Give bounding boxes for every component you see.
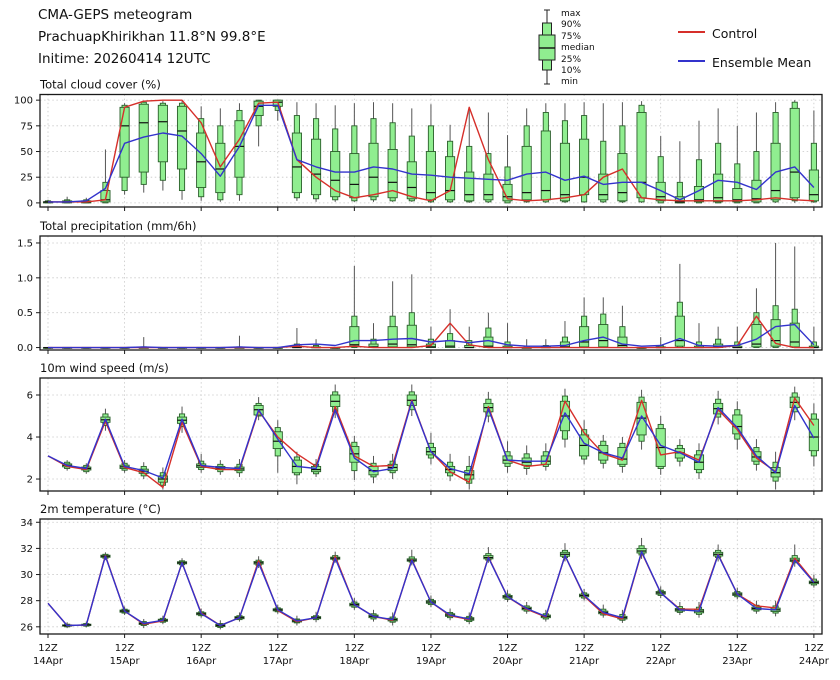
y-tick-label: 34 <box>20 518 33 529</box>
x-tick-time: 12Z <box>498 643 518 654</box>
y-tick-label: 26 <box>20 622 33 633</box>
x-tick-date: 17Apr <box>263 656 294 667</box>
y-tick-label: 28 <box>20 596 33 607</box>
panel-title: Total cloud cover (%) <box>39 78 161 92</box>
x-tick-date: 16Apr <box>186 656 217 667</box>
x-axis-labels: 12Z 14Apr 12Z 15Apr 12Z 16Apr 12Z 17Apr 12Z 18Apr… <box>33 643 830 667</box>
x-tick-date: 18Apr <box>339 656 370 667</box>
x-tick-time: 12Z <box>345 643 365 654</box>
panel-cloud: 0 25 50 75 100 Total cloud cover (%) <box>14 78 822 212</box>
y-tick-label: 30 <box>20 570 33 581</box>
panel-title: Total precipitation (mm/6h) <box>39 219 196 233</box>
x-tick-time: 12Z <box>728 643 748 654</box>
y-tick-label: 6 <box>27 391 33 402</box>
y-tick-label: 0 <box>27 198 33 209</box>
x-tick-date: 14Apr <box>33 656 64 667</box>
y-tick-label: 50 <box>20 147 33 158</box>
y-tick-label: 100 <box>14 96 33 107</box>
y-tick-label: 0.5 <box>17 308 33 319</box>
x-tick-date: 19Apr <box>416 656 447 667</box>
x-tick-time: 12Z <box>651 643 671 654</box>
meteogram-panels: 0 25 50 75 100 Total cloud cover (%) 0.0 0.5 1.0… <box>0 0 840 680</box>
y-tick-label: 75 <box>20 121 33 132</box>
x-tick-time: 12Z <box>421 643 441 654</box>
y-tick-label: 1.5 <box>17 238 33 249</box>
x-tick-date: 22Apr <box>646 656 677 667</box>
panel-wind: 2 4 6 10m wind speed (m/s) <box>27 361 822 495</box>
x-tick-time: 12Z <box>804 643 824 654</box>
x-tick-time: 12Z <box>115 643 135 654</box>
panel-temperature: 26 28 30 32 34 2m temperature (°C) <box>20 502 822 638</box>
x-tick-date: 24Apr <box>799 656 830 667</box>
x-tick-date: 15Apr <box>110 656 141 667</box>
panel-precip: 0.0 0.5 1.0 1.5 Total precipitation (mm/6h) <box>17 219 822 354</box>
y-tick-label: 2 <box>27 475 33 486</box>
y-tick-label: 32 <box>20 544 33 555</box>
x-tick-time: 12Z <box>268 643 288 654</box>
x-tick-date: 21Apr <box>569 656 600 667</box>
y-tick-label: 4 <box>27 433 33 444</box>
x-tick-time: 12Z <box>38 643 58 654</box>
panel-title: 2m temperature (°C) <box>40 502 161 516</box>
x-tick-time: 12Z <box>574 643 594 654</box>
y-tick-label: 1.0 <box>17 273 33 284</box>
x-tick-date: 20Apr <box>493 656 524 667</box>
y-tick-label: 0.0 <box>17 343 33 354</box>
panel-title: 10m wind speed (m/s) <box>40 361 169 375</box>
y-tick-label: 25 <box>20 173 33 184</box>
x-tick-date: 23Apr <box>722 656 753 667</box>
meteogram-figure: CMA-GEPS meteogram PrachuapKhirikhan 11.… <box>0 0 840 680</box>
x-tick-time: 12Z <box>191 643 211 654</box>
